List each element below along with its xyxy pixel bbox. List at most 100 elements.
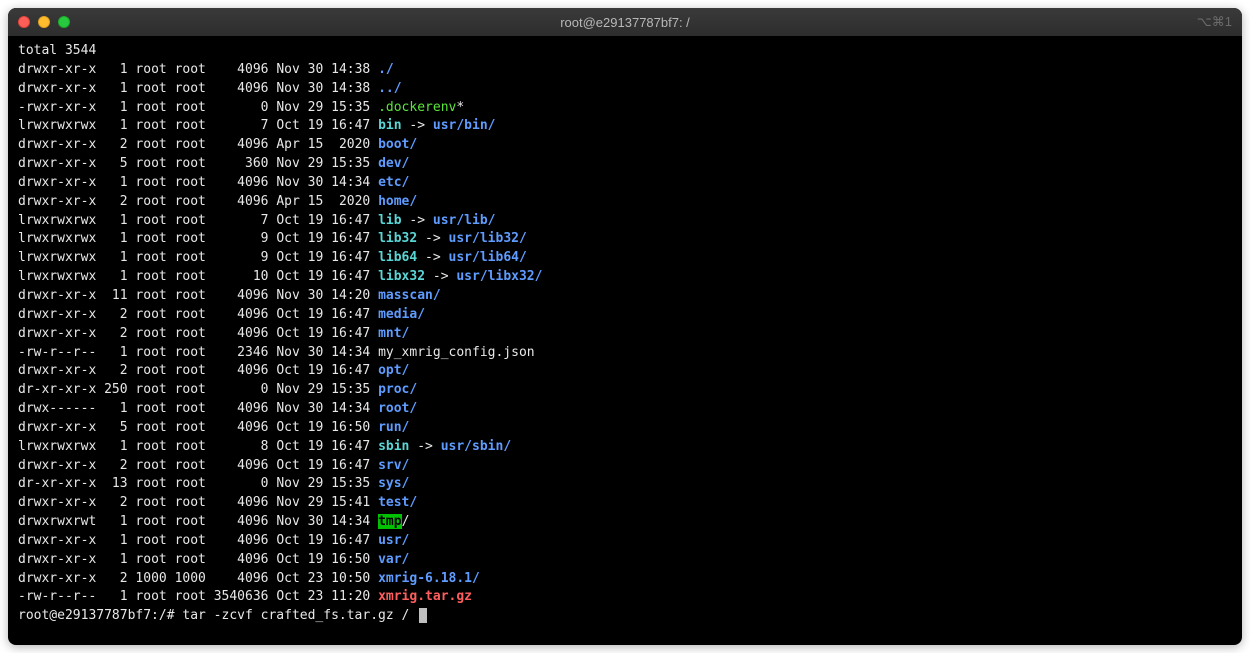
filename: srv/: [378, 458, 409, 473]
filename: ../: [378, 81, 401, 96]
size: 4096: [214, 363, 269, 378]
date: Nov 29 15:35: [276, 382, 370, 397]
group: root: [175, 175, 206, 190]
perm: drwxr-xr-x: [18, 552, 96, 567]
size: 4096: [214, 533, 269, 548]
perm: lrwxrwxrwx: [18, 213, 96, 228]
links: 1: [104, 533, 127, 548]
symlink-target: usr/bin/: [433, 118, 496, 133]
filename: sys/: [378, 476, 409, 491]
filename: var/: [378, 552, 409, 567]
filename: masscan/: [378, 288, 441, 303]
owner: root: [135, 137, 166, 152]
perm: -rw-r--r--: [18, 589, 96, 604]
date: Oct 19 16:47: [276, 269, 370, 284]
date: Oct 19 16:47: [276, 231, 370, 246]
filename: sbin: [378, 439, 409, 454]
symlink-target: usr/lib/: [433, 213, 496, 228]
filename: bin: [378, 118, 401, 133]
owner: root: [135, 533, 166, 548]
filename: ./: [378, 62, 394, 77]
group: root: [175, 269, 206, 284]
links: 11: [104, 288, 127, 303]
size: 7: [214, 118, 269, 133]
symlink-arrow: ->: [425, 269, 456, 284]
owner: root: [135, 363, 166, 378]
group: root: [175, 514, 206, 529]
size: 4096: [214, 514, 269, 529]
perm: drwxr-xr-x: [18, 363, 96, 378]
links: 1: [104, 118, 127, 133]
links: 1: [104, 269, 127, 284]
group: root: [175, 231, 206, 246]
date: Nov 30 14:38: [276, 81, 370, 96]
owner: root: [135, 213, 166, 228]
date: Nov 29 15:35: [276, 476, 370, 491]
links: 1: [104, 401, 127, 416]
date: Oct 19 16:47: [276, 439, 370, 454]
group: root: [175, 326, 206, 341]
perm: drwxr-xr-x: [18, 571, 96, 586]
perm: drwxr-xr-x: [18, 307, 96, 322]
size: 0: [214, 476, 269, 491]
owner: root: [135, 495, 166, 510]
owner: 1000: [135, 571, 166, 586]
perm: dr-xr-xr-x: [18, 382, 96, 397]
owner: root: [135, 269, 166, 284]
close-button[interactable]: [18, 16, 30, 28]
owner: root: [135, 288, 166, 303]
command-input[interactable]: tar -zcvf crafted_fs.tar.gz /: [182, 608, 409, 623]
links: 2: [104, 495, 127, 510]
owner: root: [135, 231, 166, 246]
group: root: [175, 401, 206, 416]
group: root: [175, 137, 206, 152]
maximize-button[interactable]: [58, 16, 70, 28]
size: 4096: [214, 175, 269, 190]
cursor: [419, 608, 427, 623]
date: Nov 30 14:34: [276, 345, 370, 360]
links: 1: [104, 62, 127, 77]
perm: drwxr-xr-x: [18, 533, 96, 548]
size: 4096: [214, 81, 269, 96]
filename: media/: [378, 307, 425, 322]
size: 8: [214, 439, 269, 454]
owner: root: [135, 589, 166, 604]
size: 360: [214, 156, 269, 171]
perm: drwxr-xr-x: [18, 156, 96, 171]
group: root: [175, 458, 206, 473]
minimize-button[interactable]: [38, 16, 50, 28]
size: 4096: [214, 326, 269, 341]
owner: root: [135, 420, 166, 435]
owner: root: [135, 118, 166, 133]
filename: lib: [378, 213, 401, 228]
symlink-arrow: ->: [417, 250, 448, 265]
size: 4096: [214, 458, 269, 473]
links: 1: [104, 231, 127, 246]
date: Nov 29 15:41: [276, 495, 370, 510]
perm: drwxr-xr-x: [18, 81, 96, 96]
filename: run/: [378, 420, 409, 435]
filename: lib32: [378, 231, 417, 246]
perm: drwxrwxrwt: [18, 514, 96, 529]
links: 1: [104, 514, 127, 529]
suffix: *: [456, 100, 464, 115]
group: 1000: [175, 571, 206, 586]
group: root: [175, 345, 206, 360]
date: Oct 19 16:47: [276, 250, 370, 265]
date: Oct 19 16:47: [276, 307, 370, 322]
owner: root: [135, 476, 166, 491]
group: root: [175, 194, 206, 209]
group: root: [175, 156, 206, 171]
filename: my_xmrig_config.json: [378, 345, 535, 360]
size: 7: [214, 213, 269, 228]
filename: .dockerenv: [378, 100, 456, 115]
links: 1: [104, 439, 127, 454]
perm: drwxr-xr-x: [18, 495, 96, 510]
filename: libx32: [378, 269, 425, 284]
filename: proc/: [378, 382, 417, 397]
terminal-body[interactable]: total 3544 drwxr-xr-x 1 root root 4096 N…: [8, 36, 1242, 645]
date: Oct 19 16:50: [276, 552, 370, 567]
filename: lib64: [378, 250, 417, 265]
links: 2: [104, 571, 127, 586]
links: 1: [104, 100, 127, 115]
